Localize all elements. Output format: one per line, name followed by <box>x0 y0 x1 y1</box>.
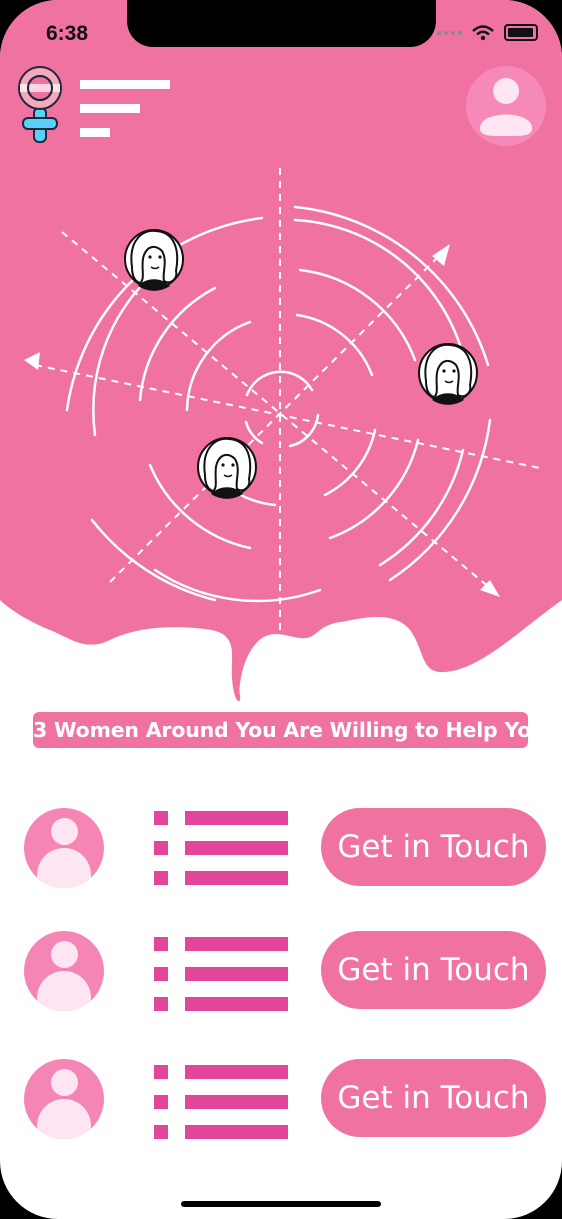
status-bar: 6:38 <box>0 0 562 60</box>
wifi-icon <box>472 24 494 40</box>
notch <box>127 0 436 47</box>
app-screen: 6:38 3 Women Around You Are Willing to H… <box>0 0 562 1219</box>
helper-avatar-icon <box>24 808 104 888</box>
get-in-touch-button[interactable]: Get in Touch <box>321 931 546 1009</box>
woman-marker-3[interactable] <box>197 437 257 499</box>
helper-avatar-icon <box>24 1059 104 1139</box>
get-in-touch-button[interactable]: Get in Touch <box>321 808 546 886</box>
helper-avatar-icon <box>24 931 104 1011</box>
battery-icon <box>504 24 538 41</box>
helper-row: Get in Touch <box>0 931 562 1011</box>
helper-details-list-icon <box>154 934 288 1011</box>
nearby-helpers-headline: 3 Women Around You Are Willing to Help Y… <box>33 712 546 748</box>
helper-row: Get in Touch <box>0 1059 562 1139</box>
home-indicator[interactable] <box>181 1201 381 1207</box>
user-avatar-icon[interactable] <box>466 66 546 146</box>
radar-axes <box>34 168 541 655</box>
signal-icon <box>437 30 462 35</box>
status-time: 6:38 <box>46 22 89 45</box>
helper-details-list-icon <box>154 1062 288 1139</box>
woman-marker-2[interactable] <box>418 343 478 405</box>
status-icons <box>437 24 538 41</box>
radar-arrowheads <box>24 244 500 597</box>
radar-map <box>24 168 541 655</box>
venus-gender-icon <box>18 66 62 143</box>
get-in-touch-button[interactable]: Get in Touch <box>321 1059 546 1137</box>
woman-marker-1[interactable] <box>124 229 184 291</box>
helper-details-list-icon <box>154 811 288 886</box>
menu-lines-icon[interactable] <box>80 80 172 140</box>
helper-row: Get in Touch <box>0 808 562 888</box>
